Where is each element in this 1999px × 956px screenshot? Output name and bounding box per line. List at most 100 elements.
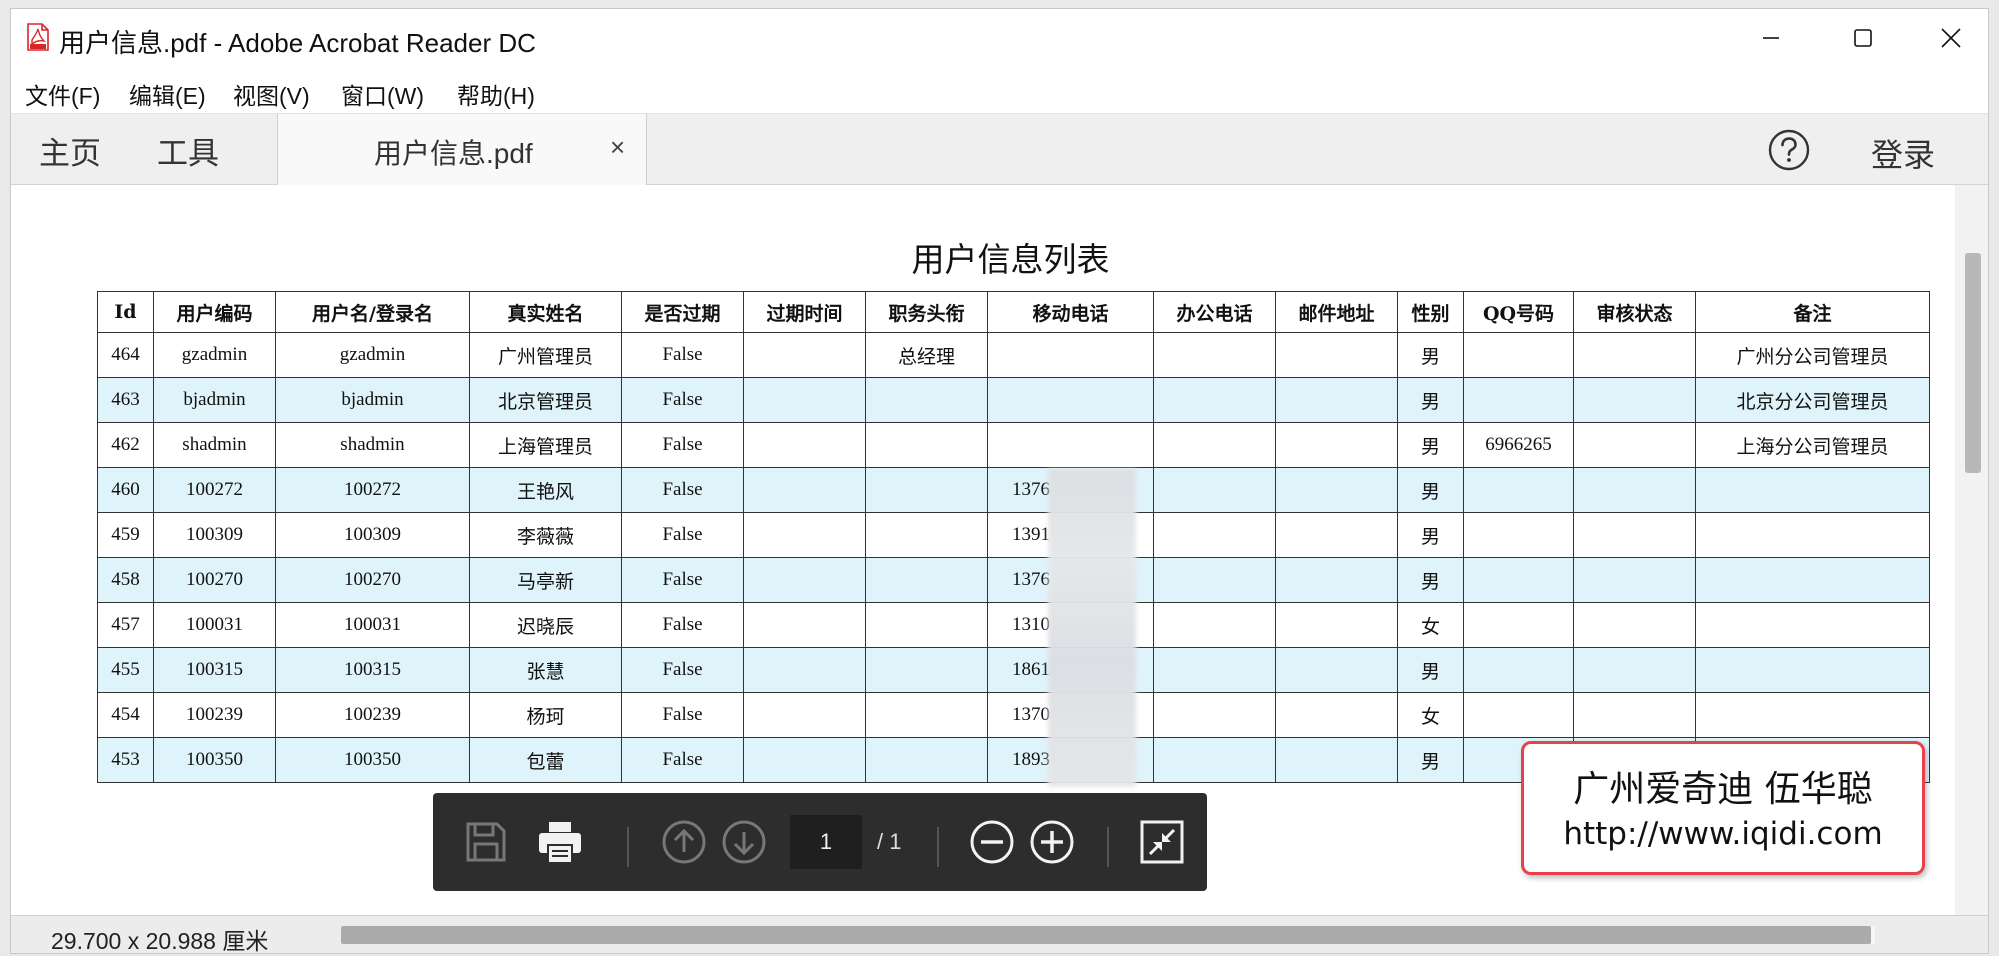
table-cell (1695, 602, 1930, 648)
table-cell: bjadmin (153, 377, 276, 423)
vertical-scrollbar[interactable] (1955, 185, 1988, 915)
vertical-scrollbar-thumb[interactable] (1965, 253, 1981, 473)
table-cell (1275, 332, 1398, 378)
page-number-input[interactable] (790, 815, 862, 869)
table-cell (865, 512, 988, 558)
save-icon[interactable] (463, 819, 509, 865)
table-cell: 100315 (275, 647, 470, 693)
table-cell (1573, 512, 1696, 558)
table-cell: 总经理 (865, 332, 988, 378)
table-cell: 455 (97, 647, 154, 693)
table-cell (1275, 647, 1398, 693)
table-cell (1153, 512, 1276, 558)
table-row: 455 100315 100315 张慧 False 1861 男 (97, 647, 1930, 693)
table-cell: 北京分公司管理员 (1695, 377, 1930, 423)
table-cell: 453 (97, 737, 154, 783)
table-cell: 462 (97, 422, 154, 468)
table-cell (1153, 647, 1276, 693)
table-cell (743, 602, 866, 648)
table-cell (743, 647, 866, 693)
toolbar-separator (937, 827, 939, 867)
menu-help[interactable]: 帮助(H) (457, 77, 535, 111)
close-icon (1941, 28, 1961, 48)
table-cell (1275, 377, 1398, 423)
menu-edit[interactable]: 编辑(E) (129, 77, 206, 111)
table-cell: 100350 (275, 737, 470, 783)
table-cell: 李薇薇 (469, 512, 622, 558)
minimize-icon (1763, 37, 1779, 39)
column-header: 办公电话 (1153, 291, 1276, 333)
horizontal-scrollbar-thumb[interactable] (341, 926, 1871, 944)
table-cell (1463, 602, 1574, 648)
column-header: 邮件地址 (1275, 291, 1398, 333)
table-cell: 男 (1397, 467, 1464, 513)
table-cell: 100239 (275, 692, 470, 738)
menu-view[interactable]: 视图(V) (233, 77, 310, 111)
help-icon[interactable] (1767, 128, 1811, 172)
previous-page-icon[interactable] (661, 819, 707, 865)
table-cell: gzadmin (275, 332, 470, 378)
table-cell: 100270 (153, 557, 276, 603)
table-cell: 男 (1397, 557, 1464, 603)
table-cell (1463, 332, 1574, 378)
table-row: 463 bjadmin bjadmin 北京管理员 False 男北京分公司管理员 (97, 377, 1930, 423)
page-total: / 1 (877, 829, 902, 854)
table-row: 454 100239 100239 杨珂 False 1370 女 (97, 692, 1930, 738)
acrobat-window: 用户信息.pdf - Adobe Acrobat Reader DC 文件(F)… (10, 8, 1989, 954)
table-cell: 100272 (153, 467, 276, 513)
table-cell (865, 692, 988, 738)
nav-tools[interactable]: 工具 (157, 128, 219, 173)
fit-page-icon[interactable] (1139, 819, 1185, 865)
menu-file[interactable]: 文件(F) (25, 77, 100, 111)
table-cell: bjadmin (275, 377, 470, 423)
table-row: 462 shadmin shadmin 上海管理员 False 男 6966265 上海分公司… (97, 422, 1930, 468)
table-cell: 100309 (275, 512, 470, 558)
column-header: 用户名/登录名 (275, 291, 470, 333)
nav-home[interactable]: 主页 (39, 128, 101, 173)
tab-close-icon[interactable]: × (610, 132, 625, 163)
table-cell: 454 (97, 692, 154, 738)
watermark-author: 广州爱奇迪 伍华聪 (1573, 769, 1873, 810)
zoom-out-icon[interactable] (969, 819, 1015, 865)
table-cell (1463, 467, 1574, 513)
table-cell (743, 557, 866, 603)
column-header: 性别 (1397, 291, 1464, 333)
table-cell (743, 332, 866, 378)
table-cell: 100270 (275, 557, 470, 603)
horizontal-scrollbar[interactable] (341, 926, 1875, 944)
table-cell: 张慧 (469, 647, 622, 693)
print-icon[interactable] (537, 819, 583, 865)
table-cell (1463, 377, 1574, 423)
table-cell: shadmin (153, 422, 276, 468)
table-cell: 463 (97, 377, 154, 423)
table-cell: False (621, 647, 744, 693)
table-body: 464 gzadmin gzadmin 广州管理员 False 总经理男广州分公司管理员 4… (97, 332, 1930, 783)
column-header: 备注 (1695, 291, 1930, 333)
table-cell: 460 (97, 467, 154, 513)
table-cell: 女 (1397, 602, 1464, 648)
table-cell: 男 (1397, 332, 1464, 378)
user-table: Id 用户编码 用户名/登录名 真实姓名 是否过期 过期时间 职务头衔 移动电话 办公电话 邮件地… (97, 291, 1930, 783)
maximize-button[interactable] (1817, 9, 1909, 67)
table-cell (865, 557, 988, 603)
menu-window[interactable]: 窗口(W) (341, 77, 424, 111)
table-cell: 6966265 (1463, 422, 1574, 468)
column-header: 过期时间 (743, 291, 866, 333)
table-cell: 100239 (153, 692, 276, 738)
table-cell (743, 422, 866, 468)
table-cell: 北京管理员 (469, 377, 622, 423)
table-cell (865, 377, 988, 423)
table-cell (1695, 647, 1930, 693)
zoom-in-icon[interactable] (1029, 819, 1075, 865)
table-row: 460 100272 100272 王艳风 False 1376 男 (97, 467, 1930, 513)
table-cell (1463, 557, 1574, 603)
table-cell: 迟晓辰 (469, 602, 622, 648)
table-cell: 男 (1397, 737, 1464, 783)
minimize-button[interactable] (1725, 9, 1817, 67)
tab-document[interactable]: 用户信息.pdf × (277, 114, 647, 186)
login-button[interactable]: 登录 (1871, 130, 1935, 176)
column-header: 是否过期 (621, 291, 744, 333)
close-window-button[interactable] (1905, 9, 1988, 67)
table-cell (1275, 512, 1398, 558)
next-page-icon[interactable] (721, 819, 767, 865)
